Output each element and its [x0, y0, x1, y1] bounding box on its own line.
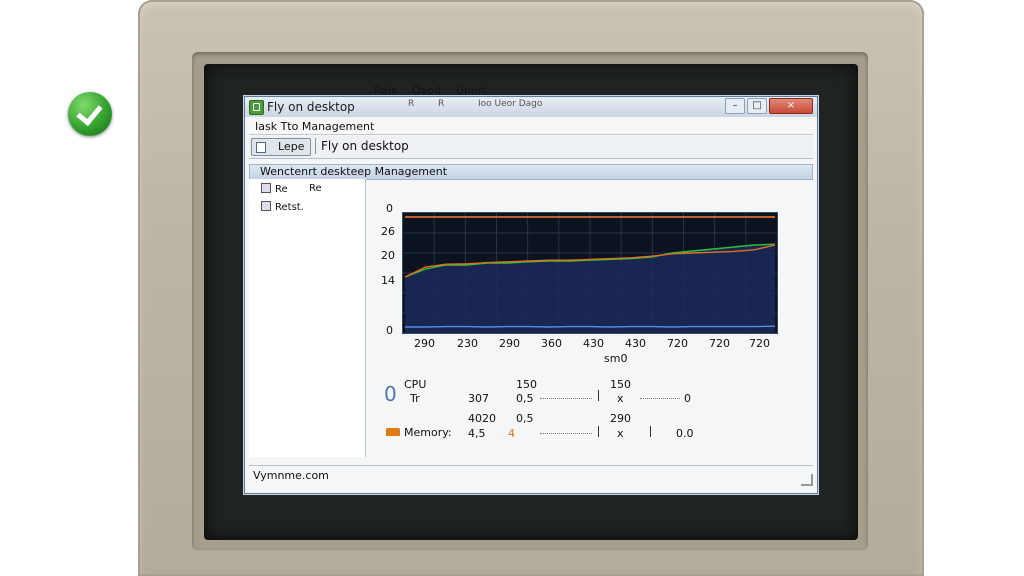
y-tick-label: 14 [381, 274, 395, 287]
x-tick-label: 430 [583, 337, 604, 350]
toolbar-button-label: Lepe [278, 140, 305, 153]
minimize-button[interactable]: – [725, 98, 745, 114]
y-tick-label: 20 [381, 249, 395, 262]
y-tick-label: 0 [386, 324, 393, 337]
x-tick-label: 430 [625, 337, 646, 350]
memory-value: 290 [610, 412, 631, 425]
column-subheader: Ioo Ueor Dago [478, 99, 543, 109]
cpu-label: CPU [404, 378, 427, 391]
cpu-value: 307 [468, 392, 489, 405]
chart-plot [403, 213, 777, 333]
panel-header-label: Wenctenrt deskteep Management [260, 165, 448, 178]
status-text: Vymnme.com [253, 469, 329, 482]
x-tick-label: 360 [541, 337, 562, 350]
left-pane-item[interactable]: Retst. [261, 201, 304, 213]
cpu-value: 150 [516, 378, 537, 391]
cpu-icon: 0 [384, 382, 397, 406]
toolbar: Lepe Fly on desktop [249, 136, 813, 159]
cpu-sub-label: Tr [410, 392, 420, 405]
performance-chart [402, 212, 778, 334]
x-tick-label: 290 [414, 337, 435, 350]
y-tick-label: 0 [386, 202, 393, 215]
memory-value: 0,5 [516, 412, 534, 425]
restore-icon [261, 201, 271, 211]
memory-icon [386, 426, 400, 436]
memory-label: Memory: [404, 426, 452, 439]
dotted-leader [540, 398, 592, 399]
toolbar-button[interactable]: Lepe [251, 138, 311, 156]
cpu-value: 150 [610, 378, 631, 391]
menu-bar[interactable]: Iask Tto Management [249, 120, 813, 135]
cpu-value: 0 [684, 392, 691, 405]
divider [650, 426, 651, 437]
status-bar: Vymnme.com [249, 465, 813, 486]
x-tick-label: 290 [499, 337, 520, 350]
column-subheader: R [408, 99, 415, 109]
panel-header: Wenctenrt deskteep Management [249, 164, 813, 180]
y-tick-label: 26 [381, 225, 395, 238]
left-pane-item[interactable]: Re [261, 183, 288, 195]
left-pane: Re Re Retst. [249, 179, 366, 457]
check-mark-icon [68, 92, 112, 136]
toolbar-separator [315, 138, 316, 154]
cpu-value: 0,5 [516, 392, 534, 405]
divider [598, 426, 599, 437]
column-subheader: R [438, 99, 445, 109]
memory-value: 4 [508, 427, 515, 440]
document-icon [256, 142, 266, 153]
maximize-button[interactable]: □ [747, 98, 767, 114]
x-axis-label: sm0 [604, 352, 628, 365]
x-tick-label: 720 [667, 337, 688, 350]
memory-value: 0.0 [676, 427, 694, 440]
memory-value: 4,5 [468, 427, 486, 440]
column-header[interactable]: Rele [374, 84, 398, 97]
x-tick-label: 720 [749, 337, 770, 350]
dotted-leader [640, 398, 680, 399]
series-line [405, 325, 776, 328]
divider [598, 390, 599, 401]
x-tick-label: 230 [457, 337, 478, 350]
app-icon [249, 100, 264, 115]
window-title: Fly on desktop [267, 100, 355, 114]
left-pane-item[interactable]: Re [309, 183, 322, 194]
cpu-value: x [617, 392, 624, 405]
toolbar-title: Fly on desktop [321, 139, 409, 153]
memory-value: 4020 [468, 412, 496, 425]
close-button[interactable]: × [769, 98, 813, 114]
column-header[interactable]: Unert [456, 84, 487, 97]
memory-value: x [617, 427, 624, 440]
column-header[interactable]: Oaod [412, 84, 441, 97]
x-tick-label: 720 [709, 337, 730, 350]
menu-label[interactable]: Iask Tto Management [255, 120, 374, 133]
resize-grip-icon[interactable] [801, 474, 813, 486]
dotted-leader [540, 433, 592, 434]
list-icon [261, 183, 271, 193]
